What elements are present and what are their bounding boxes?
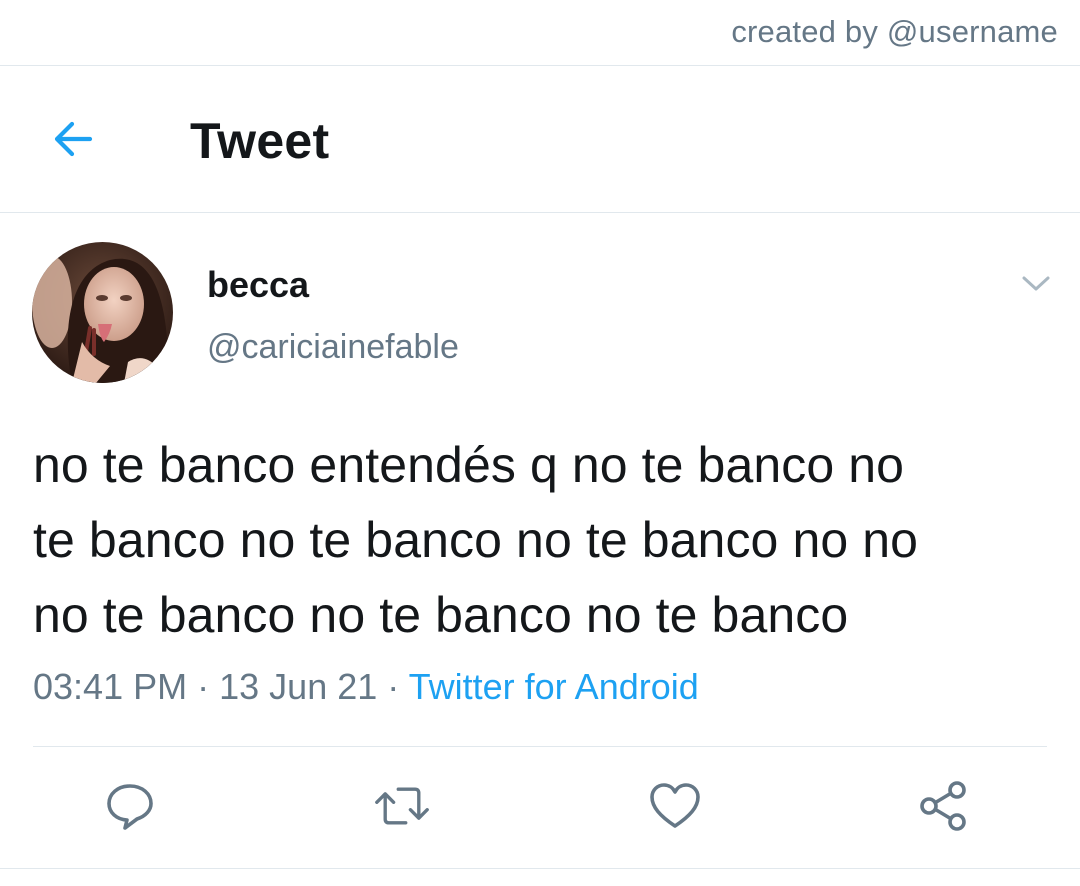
header-divider — [0, 212, 1080, 213]
page-title: Tweet — [190, 113, 330, 169]
heart-icon — [650, 783, 700, 828]
tweet-text-line: no te banco no te banco no te banco — [33, 587, 849, 643]
retweet-button[interactable] — [374, 778, 430, 834]
chevron-down-icon — [1022, 276, 1050, 291]
watermark: created by @username — [731, 14, 1058, 49]
tweet-text-line: te banco no te banco no te banco no no — [33, 512, 919, 568]
tweet-meta: 03:41 PM · 13 Jun 21 · Twitter for Andro… — [33, 666, 699, 708]
share-button[interactable] — [916, 778, 972, 834]
avatar-image — [32, 242, 173, 383]
author-handle[interactable]: @cariciainefable — [207, 328, 459, 367]
reply-button[interactable] — [102, 778, 158, 834]
tweet-time: 03:41 PM — [33, 666, 188, 707]
retweet-icon — [375, 787, 429, 825]
author-display-name[interactable]: becca — [207, 264, 309, 306]
header-bar: Tweet — [0, 66, 1080, 212]
tweet-date: 13 Jun 21 — [219, 666, 378, 707]
more-options-button[interactable] — [1016, 266, 1056, 302]
bottom-divider — [0, 868, 1080, 869]
actions-divider — [33, 746, 1047, 747]
share-icon — [920, 781, 966, 831]
tweet-actions-bar — [0, 770, 1080, 840]
avatar[interactable] — [32, 242, 173, 383]
reply-icon — [107, 784, 153, 830]
tweet-text: no te banco entendés q no te banco no te… — [33, 428, 1063, 653]
tweet-source-link[interactable]: Twitter for Android — [409, 666, 699, 707]
meta-separator: · — [387, 666, 400, 707]
tweet-text-line: no te banco entendés q no te banco no — [33, 437, 905, 493]
like-button[interactable] — [647, 778, 703, 834]
arrow-left-icon — [54, 121, 93, 157]
back-button[interactable] — [48, 114, 98, 164]
meta-separator: · — [197, 666, 210, 707]
